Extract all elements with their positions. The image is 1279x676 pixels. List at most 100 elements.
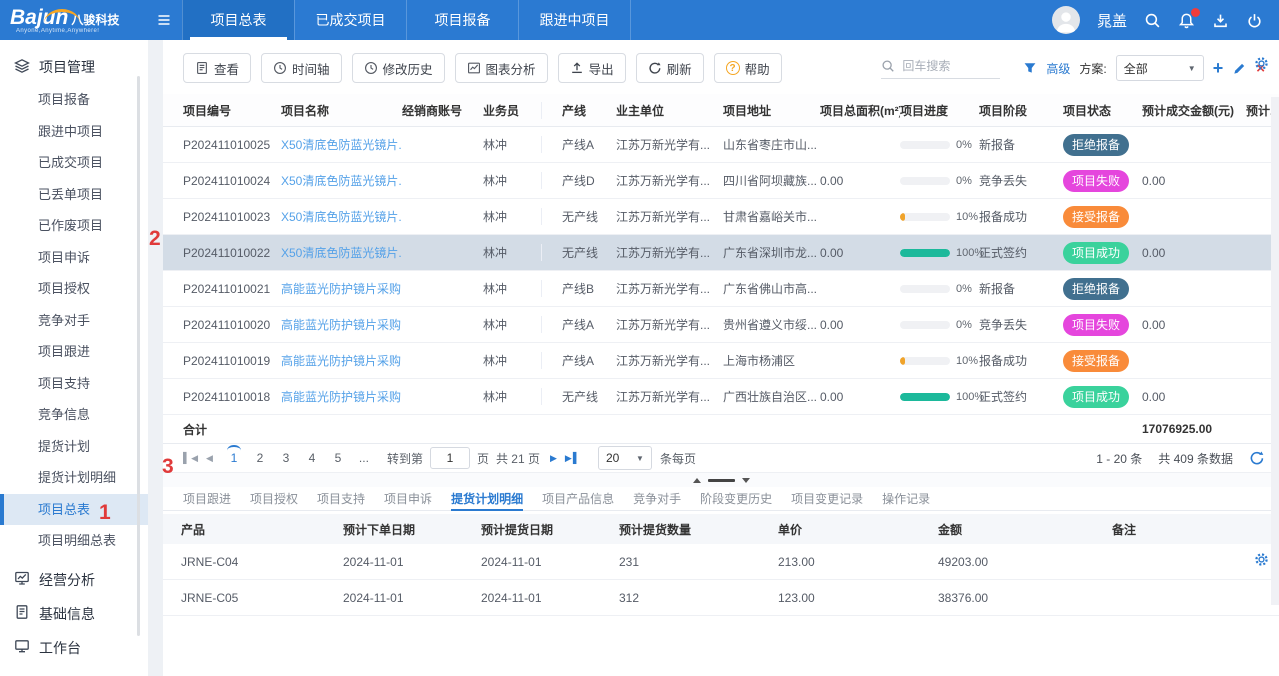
sidebar-item[interactable]: 提货计划明细 xyxy=(0,462,148,494)
sidebar-item[interactable]: 已成交项目 xyxy=(0,147,148,179)
help-button[interactable]: ? 帮助 xyxy=(714,53,782,83)
sidebar-item[interactable]: 项目总表 xyxy=(0,494,148,526)
page-number[interactable]: 1 xyxy=(225,448,243,468)
page-number[interactable]: 3 xyxy=(277,448,295,468)
cell-project-name-link[interactable]: 高能蓝光防护镜片采购... xyxy=(281,316,402,333)
sidebar-item[interactable]: 项目明细总表 xyxy=(0,525,148,557)
power-logout-icon[interactable] xyxy=(1246,12,1263,29)
detail-tab[interactable]: 项目支持 xyxy=(317,487,365,510)
last-page-icon[interactable]: ▶▌ xyxy=(565,453,580,464)
page-size-select[interactable]: 20 ▼ xyxy=(598,446,652,470)
detail-tab[interactable]: 操作记录 xyxy=(882,487,930,510)
sidebar-item[interactable]: 项目报备 xyxy=(0,84,148,116)
table-row[interactable]: P202411010025X50清底色防蓝光镜片...林冲产线A江苏万新光学有.… xyxy=(163,127,1279,163)
top-tab[interactable]: 项目报备 xyxy=(406,0,518,40)
sidebar-item[interactable]: 项目跟进 xyxy=(0,336,148,368)
prev-page-icon[interactable]: ◀ xyxy=(206,453,213,464)
page-number[interactable]: 2 xyxy=(251,448,269,468)
column-header[interactable]: 产线 xyxy=(542,102,616,119)
chart-analysis-button[interactable]: 图表分析 xyxy=(455,53,548,83)
goto-page-input[interactable] xyxy=(430,447,470,469)
add-scheme-icon[interactable]: + xyxy=(1213,59,1224,77)
sidebar-section-business-analysis[interactable]: 经营分析 xyxy=(0,563,148,597)
user-avatar[interactable] xyxy=(1052,6,1080,34)
page-number[interactable]: 5 xyxy=(329,448,347,468)
page-number[interactable]: ... xyxy=(355,448,373,468)
timeline-button[interactable]: 时间轴 xyxy=(261,53,342,83)
sidebar-item[interactable]: 已丢单项目 xyxy=(0,179,148,211)
column-header[interactable]: 项目状态 xyxy=(1063,102,1142,119)
sidebar-item[interactable]: 项目授权 xyxy=(0,273,148,305)
detail-column-settings-gear-icon[interactable] xyxy=(1254,552,1269,567)
detail-tab[interactable]: 项目跟进 xyxy=(183,487,231,510)
cell-project-name-link[interactable]: X50清底色防蓝光镜片... xyxy=(281,208,402,225)
edit-pencil-icon[interactable] xyxy=(1232,61,1247,76)
cell-project-name-link[interactable]: X50清底色防蓝光镜片... xyxy=(281,172,402,189)
filter-funnel-icon[interactable] xyxy=(1023,61,1037,75)
column-header[interactable]: 项目阶段 xyxy=(979,102,1063,119)
column-header[interactable]: 项目编号 xyxy=(183,102,281,119)
search-input[interactable] xyxy=(900,58,1000,74)
detail-tab[interactable]: 项目申诉 xyxy=(384,487,432,510)
download-icon[interactable] xyxy=(1212,12,1229,29)
sidebar-section-project-management[interactable]: 项目管理 xyxy=(0,50,148,84)
sidebar-item[interactable]: 已作废项目 xyxy=(0,210,148,242)
first-page-icon[interactable]: ▌◀ xyxy=(183,453,198,464)
sidebar-item[interactable]: 提货计划 xyxy=(0,431,148,463)
top-tab[interactable]: 已成交项目 xyxy=(294,0,406,40)
sidebar-item[interactable]: 项目申诉 xyxy=(0,242,148,274)
column-header[interactable]: 项目地址 xyxy=(723,102,820,119)
splitter-expand-icon[interactable] xyxy=(693,478,701,483)
table-row[interactable]: P202411010022X50清底色防蓝光镜片...林冲无产线江苏万新光学有.… xyxy=(163,235,1279,271)
next-page-icon[interactable]: ▶ xyxy=(550,453,557,464)
vertical-scrollbar[interactable] xyxy=(1271,97,1279,605)
splitter-drag-handle[interactable] xyxy=(708,479,735,482)
cell-project-name-link[interactable]: 高能蓝光防护镜片采购... xyxy=(281,352,402,369)
column-header[interactable]: 项目总面积(m²) xyxy=(820,102,900,119)
cell-project-name-link[interactable]: X50清底色防蓝光镜片... xyxy=(281,136,402,153)
edit-history-button[interactable]: 修改历史 xyxy=(352,53,445,83)
notification-bell-icon[interactable] xyxy=(1178,12,1195,29)
column-settings-gear-icon[interactable] xyxy=(1254,56,1269,71)
column-header[interactable]: 项目名称 xyxy=(281,102,402,119)
column-header[interactable]: 业务员 xyxy=(483,102,542,119)
sidebar-section-basic-info[interactable]: 基础信息 xyxy=(0,597,148,631)
splitter-collapse-icon[interactable] xyxy=(742,478,750,483)
sidebar-section-workbench[interactable]: 工作台 xyxy=(0,631,148,665)
column-header[interactable]: 业主单位 xyxy=(616,102,723,119)
column-header[interactable]: 项目进度 xyxy=(900,102,979,119)
reload-data-icon[interactable] xyxy=(1249,450,1265,466)
advanced-search-link[interactable]: 高级 xyxy=(1046,60,1070,77)
sidebar-item[interactable]: 跟进中项目 xyxy=(0,116,148,148)
cell-project-name-link[interactable]: X50清底色防蓝光镜片... xyxy=(281,244,402,261)
sidebar-item[interactable]: 竞争对手 xyxy=(0,305,148,337)
refresh-button[interactable]: 刷新 xyxy=(636,53,704,83)
cell-project-name-link[interactable]: 高能蓝光防护镜片采购... xyxy=(281,280,402,297)
table-row[interactable]: P202411010020高能蓝光防护镜片采购...林冲产线A江苏万新光学有..… xyxy=(163,307,1279,343)
detail-tab[interactable]: 项目授权 xyxy=(250,487,298,510)
view-button[interactable]: 查看 xyxy=(183,53,251,83)
sidebar-item[interactable]: 竞争信息 xyxy=(0,399,148,431)
table-row[interactable]: P202411010018高能蓝光防护镜片采购...林冲无产线江苏万新光学有..… xyxy=(163,379,1279,415)
detail-tab[interactable]: 阶段变更历史 xyxy=(700,487,772,510)
table-row[interactable]: P202411010019高能蓝光防护镜片采购...林冲产线A江苏万新光学有..… xyxy=(163,343,1279,379)
detail-tab[interactable]: 项目变更记录 xyxy=(791,487,863,510)
detail-tab[interactable]: 提货计划明细 xyxy=(451,487,523,510)
username-label[interactable]: 晁盖 xyxy=(1097,10,1127,31)
page-number[interactable]: 4 xyxy=(303,448,321,468)
search-icon[interactable] xyxy=(1144,12,1161,29)
sidebar-scrollbar[interactable] xyxy=(137,76,140,636)
export-button[interactable]: 导出 xyxy=(558,53,626,83)
menu-toggle-icon[interactable] xyxy=(146,12,182,28)
top-tab[interactable]: 跟进中项目 xyxy=(518,0,631,40)
cell-project-name-link[interactable]: 高能蓝光防护镜片采购... xyxy=(281,388,402,405)
column-header[interactable]: 经销商账号 xyxy=(402,102,483,119)
detail-row[interactable]: JRNE-C052024-11-012024-11-01312123.00383… xyxy=(163,580,1279,616)
detail-row[interactable]: JRNE-C042024-11-012024-11-01231213.00492… xyxy=(163,544,1279,580)
sidebar-item[interactable]: 项目支持 xyxy=(0,368,148,400)
table-row[interactable]: P202411010021高能蓝光防护镜片采购...林冲产线B江苏万新光学有..… xyxy=(163,271,1279,307)
scheme-select[interactable]: 全部 ▼ xyxy=(1116,55,1204,81)
table-row[interactable]: P202411010024X50清底色防蓝光镜片...林冲产线D江苏万新光学有.… xyxy=(163,163,1279,199)
table-row[interactable]: P202411010023X50清底色防蓝光镜片...林冲无产线江苏万新光学有.… xyxy=(163,199,1279,235)
detail-tab[interactable]: 竞争对手 xyxy=(633,487,681,510)
